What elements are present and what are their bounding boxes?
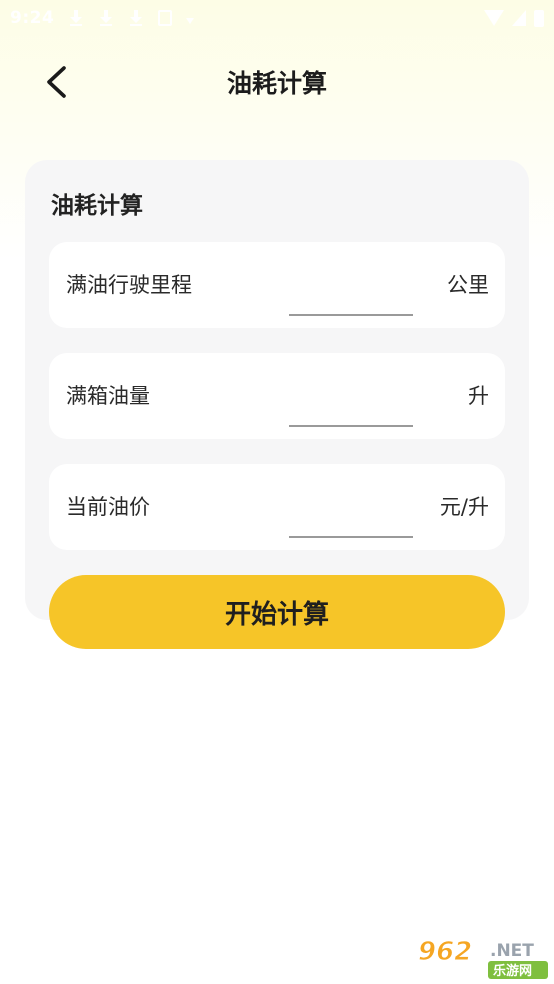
calculate-button[interactable]: 开始计算 xyxy=(49,575,505,649)
status-bar: 9:24 xyxy=(0,0,554,36)
header: 油耗计算 xyxy=(0,50,554,114)
watermark-number: 962 xyxy=(418,937,472,967)
field-row-price: 当前油价 元/升 xyxy=(49,464,505,550)
dropdown-indicator-icon xyxy=(186,14,195,24)
field-label: 当前油价 xyxy=(66,495,150,519)
mileage-input[interactable] xyxy=(289,268,413,316)
status-left: 9:24 xyxy=(10,8,195,28)
watermark-domain: .NET xyxy=(490,941,534,961)
fuel-calc-card: 油耗计算 满油行驶里程 公里 满箱油量 升 当前油价 元/升 xyxy=(25,160,529,620)
download-icon xyxy=(98,9,114,27)
page-title: 油耗计算 xyxy=(226,69,327,98)
notification-icon xyxy=(158,10,173,26)
tank-volume-input[interactable] xyxy=(289,379,413,427)
chevron-left-icon xyxy=(47,66,66,98)
card-title: 油耗计算 xyxy=(51,193,143,219)
watermark-logo: 962 .NET 乐游网 xyxy=(414,934,550,980)
status-right xyxy=(484,9,544,27)
fuel-price-input[interactable] xyxy=(289,490,413,538)
watermark-name: 乐游网 xyxy=(493,963,532,979)
field-label: 满油行驶里程 xyxy=(66,273,192,297)
field-label: 满箱油量 xyxy=(66,384,150,408)
field-unit: 公里 xyxy=(447,273,489,297)
download-icon xyxy=(68,9,84,27)
status-time: 9:24 xyxy=(10,8,55,28)
back-button[interactable] xyxy=(34,60,78,104)
download-icon xyxy=(128,9,144,27)
field-unit: 元/升 xyxy=(439,495,489,519)
field-unit: 升 xyxy=(468,384,489,408)
wifi-icon xyxy=(484,10,504,26)
field-row-mileage: 满油行驶里程 公里 xyxy=(49,242,505,328)
battery-icon xyxy=(534,9,544,27)
field-row-tank: 满箱油量 升 xyxy=(49,353,505,439)
signal-icon xyxy=(512,10,526,26)
